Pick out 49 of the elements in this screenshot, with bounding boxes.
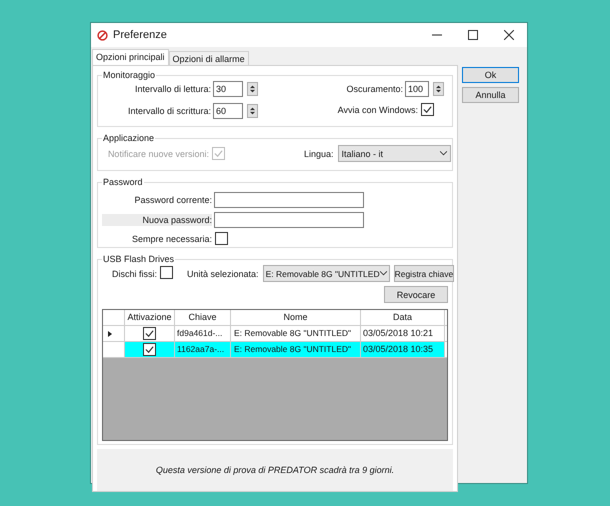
- checkbox-label: Notificare nuove versioni:: [108, 148, 209, 160]
- grid-row[interactable]: 1162aa7a-... E: Removable 8G "UNTITLED" 03/05/2018 10:35: [103, 342, 447, 358]
- number-field[interactable]: 100: [405, 81, 429, 97]
- language-dropdown[interactable]: Italiano - it: [338, 145, 451, 162]
- dialog-button[interactable]: Annulla: [462, 87, 519, 103]
- number-field[interactable]: 60: [213, 103, 243, 119]
- column-header[interactable]: Nome: [231, 310, 361, 325]
- prohibition-icon: [97, 30, 108, 40]
- checkbox-label: Avvia con Windows:: [338, 104, 418, 116]
- field-label: Intervallo di scrittura:: [128, 105, 211, 117]
- field-label: Oscuramento:: [346, 83, 403, 95]
- column-header[interactable]: Data: [361, 310, 445, 325]
- field-label: Nuova password:: [102, 214, 212, 226]
- current-row-icon: [108, 330, 112, 336]
- table-cell: 1162aa7a-...: [175, 342, 231, 357]
- maximize-icon: [468, 30, 478, 40]
- checkbox[interactable]: [215, 232, 228, 245]
- number-field[interactable]: 30: [213, 81, 243, 97]
- field-label: Unità selezionata:: [187, 268, 259, 280]
- window-title: Preferenze: [113, 29, 167, 41]
- checkbox[interactable]: [421, 103, 434, 116]
- checkbox[interactable]: [143, 343, 156, 356]
- register-key-button[interactable]: Registra chiave: [394, 265, 454, 282]
- close-icon: [504, 30, 514, 40]
- revoke-button[interactable]: Revocare: [384, 286, 448, 303]
- field-label: Lingua:: [304, 148, 334, 160]
- grid-row[interactable]: fd9a461d-... E: Removable 8G "UNTITLED" 03/05/2018 10:21: [103, 326, 447, 342]
- trial-notice: Questa versione di prova di PREDATOR scadrà tra 9 giorni.: [156, 464, 394, 476]
- checkbox[interactable]: [160, 266, 174, 278]
- password-field[interactable]: [214, 212, 364, 228]
- checkbox-label: Sempre necessaria:: [130, 232, 212, 244]
- tab[interactable]: Opzioni principali: [92, 49, 169, 65]
- column-header[interactable]: Chiave: [175, 310, 231, 325]
- spin-buttons[interactable]: [247, 82, 258, 96]
- dialog-button[interactable]: Ok: [462, 67, 519, 83]
- field-label: Password corrente:: [133, 194, 212, 206]
- spin-buttons[interactable]: [247, 104, 258, 118]
- table-cell: fd9a461d-...: [175, 326, 231, 341]
- tab[interactable]: Opzioni di allarme: [168, 51, 249, 65]
- field-label: Intervallo di lettura:: [134, 83, 211, 95]
- table-cell: E: Removable 8G "UNTITLED": [231, 342, 361, 357]
- checkbox-label: Dischi fissi:: [112, 268, 158, 280]
- column-header[interactable]: Attivazione: [125, 310, 175, 325]
- spin-buttons[interactable]: [433, 82, 444, 96]
- checkbox[interactable]: [143, 327, 156, 340]
- table-cell: 03/05/2018 10:21: [361, 326, 445, 341]
- table-cell: 03/05/2018 10:35: [361, 342, 445, 357]
- password-field[interactable]: [214, 192, 364, 208]
- drive-dropdown[interactable]: E: Removable 8G "UNTITLED: [262, 265, 390, 282]
